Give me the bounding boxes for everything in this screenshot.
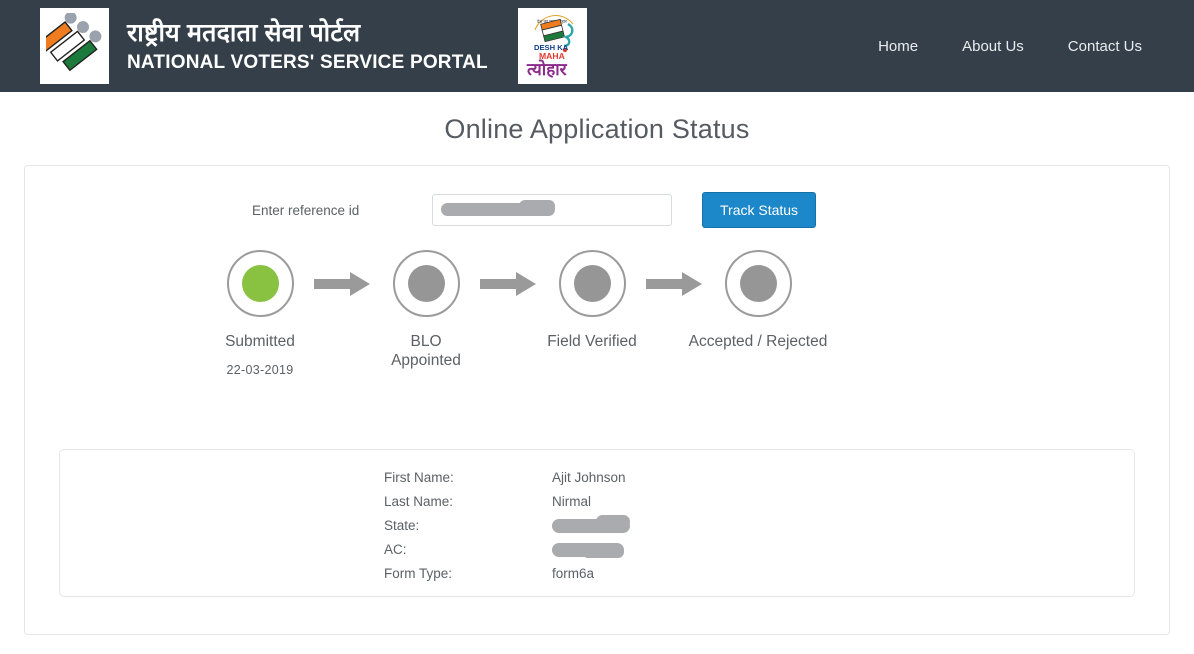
detail-value-ac — [552, 542, 624, 559]
detail-key-form-type: Form Type: — [384, 566, 453, 581]
detail-row-first-name: First Name: Ajit Johnson — [384, 470, 1134, 494]
reference-id-input[interactable] — [432, 194, 672, 226]
brand-title-english: NATIONAL VOTERS' SERVICE PORTAL — [127, 51, 488, 73]
application-details-panel: First Name: Ajit Johnson Last Name: Nirm… — [59, 449, 1135, 597]
reference-id-input-wrap — [432, 194, 672, 226]
nav-item-home[interactable]: Home — [878, 38, 918, 55]
step-accepted-rejected: Accepted / Rejected — [689, 250, 827, 351]
eci-ballot-logo — [45, 13, 101, 72]
arrow-right-icon-1 — [312, 250, 374, 317]
brand-title-hindi: राष्ट्रीय मतदाता सेवा पोर्टल — [127, 18, 361, 47]
step-label-field-verified: Field Verified — [547, 333, 637, 350]
site-header: राष्ट्रीय मतदाता सेवा पोर्टल NATIONAL VO… — [0, 0, 1194, 92]
detail-key-state: State: — [384, 518, 420, 533]
reference-id-label: Enter reference id — [252, 202, 360, 218]
eci-logo-container — [40, 8, 109, 84]
detail-value-state — [552, 515, 630, 535]
page-title: Online Application Status — [444, 114, 750, 144]
step-marker-field-verified — [558, 250, 626, 317]
brand-title-block: राष्ट्रीय मतदाता सेवा पोर्टल NATIONAL VO… — [127, 18, 488, 73]
step-marker-submitted — [226, 250, 294, 317]
step-dot-submitted — [241, 265, 279, 302]
redaction-overlay-ac — [552, 543, 624, 558]
detail-value-form-type: form6a — [552, 566, 595, 581]
detail-key-last-name: Last Name: — [384, 494, 454, 509]
step-dot-blo-appointed — [407, 265, 445, 302]
application-status-card: Enter reference id Track Status Submitte… — [24, 165, 1170, 635]
desh-ka-maha-tyohar-logo: देश का महा त्योहार DESH KA MAHA त्योहार — [526, 15, 574, 79]
step-marker-accepted-rejected — [724, 250, 792, 317]
detail-row-last-name: Last Name: Nirmal — [384, 494, 1134, 518]
arrow-right-icon-3 — [644, 250, 706, 317]
detail-value-last-name: Nirmal — [552, 494, 591, 509]
step-date-submitted: 22-03-2019 — [226, 363, 294, 378]
step-label-blo-appointed: BLO Appointed — [391, 333, 461, 370]
reference-id-search-row: Enter reference id Track Status — [25, 166, 1169, 228]
arrow-right-icon-2 — [478, 250, 540, 317]
status-stepper: Submitted 22-03-2019 BLO Appointed Field… — [25, 228, 1169, 377]
step-label-accepted-rejected: Accepted / Rejected — [688, 333, 828, 350]
nav-item-contact-us[interactable]: Contact Us — [1068, 38, 1142, 55]
detail-key-ac: AC: — [384, 542, 407, 557]
step-submitted: Submitted 22-03-2019 — [208, 250, 312, 377]
step-dot-accepted-rejected — [739, 265, 777, 302]
redaction-overlay-state — [552, 515, 630, 533]
detail-key-first-name: First Name: — [384, 470, 454, 485]
detail-row-form-type: Form Type: form6a — [384, 566, 1134, 590]
detail-row-ac: AC: — [384, 542, 1134, 566]
main-navigation: Home About Us Contact Us — [878, 38, 1142, 55]
track-status-button[interactable]: Track Status — [702, 192, 817, 228]
step-field-verified: Field Verified — [540, 250, 644, 351]
detail-row-state: State: — [384, 515, 1134, 542]
campaign-logo-container: देश का महा त्योहार DESH KA MAHA त्योहार — [517, 8, 587, 84]
nav-item-about-us[interactable]: About Us — [962, 38, 1024, 55]
step-label-submitted: Submitted — [225, 333, 295, 350]
step-dot-field-verified — [573, 265, 611, 302]
svg-text:त्योहार: त्योहार — [526, 59, 568, 79]
detail-value-first-name: Ajit Johnson — [552, 470, 626, 485]
step-blo-appointed: BLO Appointed — [374, 250, 478, 371]
step-marker-blo-appointed — [392, 250, 460, 317]
